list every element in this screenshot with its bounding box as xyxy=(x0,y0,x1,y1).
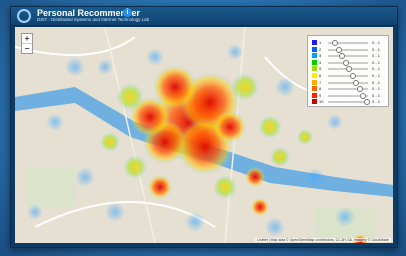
app-subtitle: DSIT - Distributed Systems and Internet … xyxy=(37,17,150,22)
legend-slider[interactable] xyxy=(328,40,368,46)
legend-color-swatch xyxy=(312,66,317,72)
legend-slider[interactable] xyxy=(328,46,368,53)
legend-slider[interactable] xyxy=(328,59,368,66)
legend-slider[interactable] xyxy=(328,73,368,79)
legend-slider[interactable] xyxy=(328,92,368,99)
legend-color-swatch xyxy=(312,53,317,59)
legend-color-swatch xyxy=(312,99,317,105)
legend-color-swatch xyxy=(312,92,317,98)
app-window: Personal Recommender i DSIT - Distribute… xyxy=(10,6,398,248)
legend-color-swatch xyxy=(312,40,317,45)
park xyxy=(25,167,75,207)
legend-color-swatch xyxy=(312,79,317,85)
legend-color-swatch xyxy=(312,59,317,65)
info-icon[interactable]: i xyxy=(123,8,132,17)
zoom-in-button[interactable]: + xyxy=(22,34,32,43)
legend-color-swatch xyxy=(312,46,317,52)
zoom-out-button[interactable]: − xyxy=(22,43,32,53)
map-attribution[interactable]: Leaflet | Map data © OpenStreetMap contr… xyxy=(255,238,391,242)
legend-slider[interactable] xyxy=(328,86,368,93)
legend-color-swatch xyxy=(312,86,317,92)
legend-slider[interactable] xyxy=(328,79,368,86)
app-logo-icon xyxy=(17,9,31,23)
heatmap-map[interactable]: + − 10 - 120 - 130 - 140 - 150 - 160 - 1… xyxy=(15,27,393,243)
app-header: Personal Recommender i DSIT - Distribute… xyxy=(11,7,397,26)
slider-handle[interactable] xyxy=(363,99,370,106)
legend-range: 0 - 1 xyxy=(372,99,381,105)
zoom-control: + − xyxy=(21,33,33,54)
legend-slider[interactable] xyxy=(328,53,368,60)
legend-slider[interactable] xyxy=(328,66,368,73)
legend-row: 10 0 - 1 xyxy=(312,98,386,106)
legend-slider[interactable] xyxy=(328,99,370,106)
legend-color-swatch xyxy=(312,73,317,78)
legend-panel: 10 - 120 - 130 - 140 - 150 - 160 - 170 -… xyxy=(307,35,389,107)
legend-label: 10 xyxy=(319,99,324,105)
